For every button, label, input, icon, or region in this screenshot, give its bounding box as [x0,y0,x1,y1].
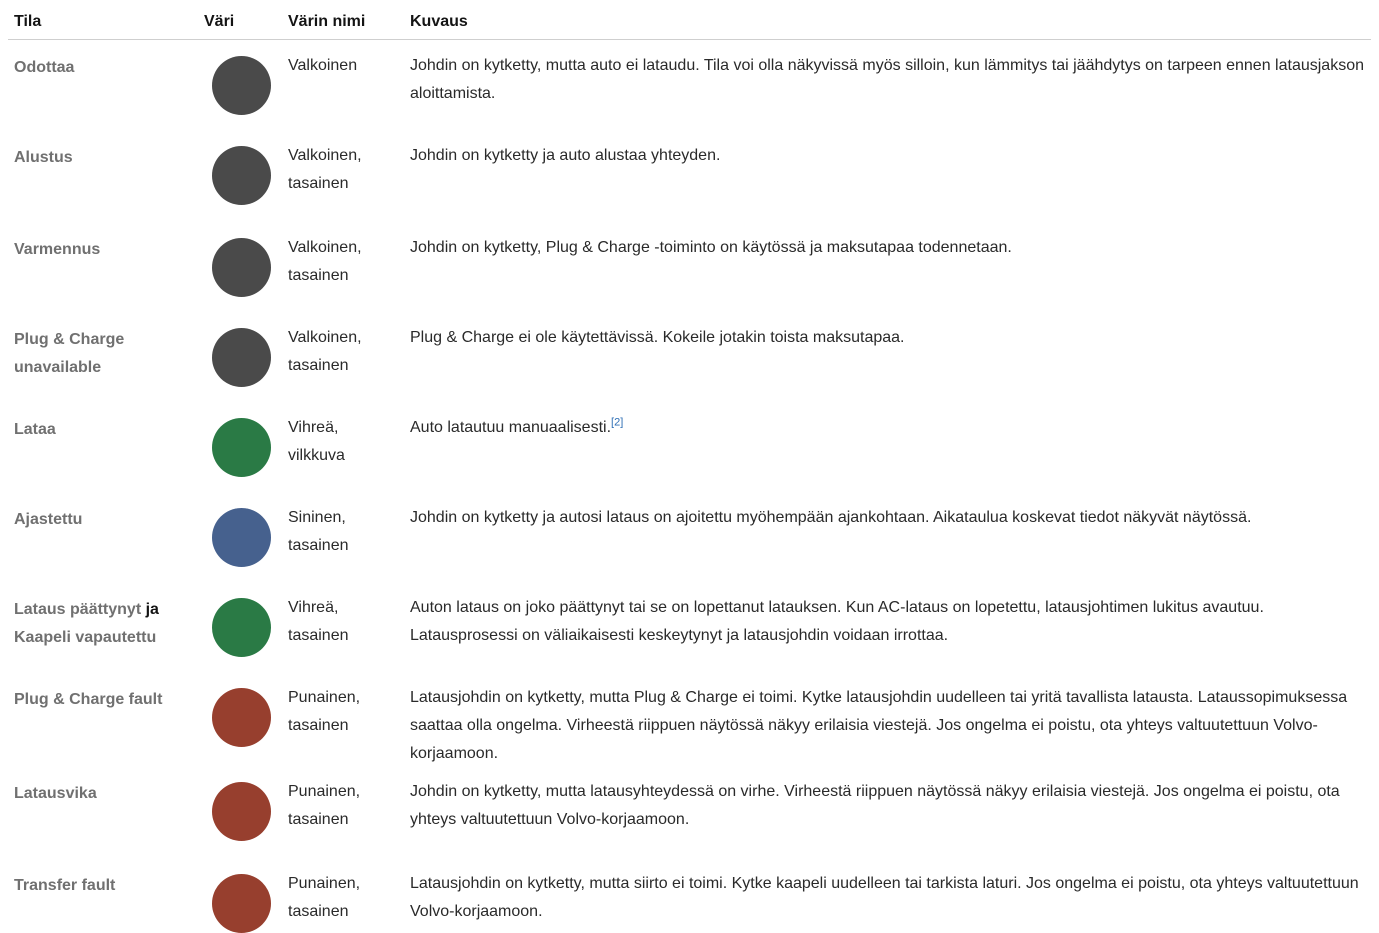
status-color-dot [212,688,271,747]
state-label: Latausvika [14,785,97,802]
color-name: Punainen, tasainen [288,689,361,734]
state-label: Varmennus [14,241,101,258]
status-color-dot [212,56,271,115]
status-color-dot [212,238,271,297]
state-label: Transfer fault [14,877,116,894]
description: Johdin on kytketty, Plug & Charge -toimi… [410,239,1012,256]
state-label: Alustus [14,149,73,166]
description: Johdin on kytketty ja auto alustaa yhtey… [410,147,721,164]
description: Johdin on kytketty, mutta latausyhteydes… [410,783,1340,828]
description: Latausjohdin on kytketty, mutta siirto e… [410,875,1359,920]
description: Auto latautuu manuaalisesti.[2] [410,414,1370,442]
color-name: Valkoinen [288,57,358,74]
table-row: Lataa Vihreä, vilkkuva Auto latautuu man… [0,402,1379,492]
state-label: Plug & Charge unavailable [14,331,125,376]
table-row: Plug & Charge unavailable Valkoinen, tas… [0,312,1379,402]
status-color-dot [212,508,271,567]
table-row: Latausvika Punainen, tasainen Johdin on … [0,766,1379,856]
state-label-part2: Kaapeli vapautettu [14,629,157,646]
table-row: Plug & Charge fault Punainen, tasainen L… [0,672,1379,776]
color-name: Sininen, tasainen [288,509,349,554]
color-name: Punainen, tasainen [288,783,361,828]
description-text: Auto latautuu manuaalisesti. [410,419,612,436]
header-color: Väri [204,13,235,30]
table-row: Transfer fault Punainen, tasainen Lataus… [0,858,1379,933]
status-color-dot [212,598,271,657]
status-color-dot [212,874,271,933]
table-row: Lataus päättynyt ja Kaapeli vapautettu Vi… [0,582,1379,672]
state-label-joiner: ja [145,601,159,618]
table-header: Tila Väri Värin nimi Kuvaus [0,0,1379,40]
color-name: Valkoinen, tasainen [288,239,362,284]
color-name: Punainen, tasainen [288,875,361,920]
status-color-dot [212,328,271,387]
table-row: Ajastettu Sininen, tasainen Johdin on ky… [0,492,1379,582]
state-label: Plug & Charge fault [14,691,163,708]
header-description: Kuvaus [410,13,468,30]
color-name: Valkoinen, tasainen [288,329,362,374]
state-label: Lataa [14,421,56,438]
status-color-dot [212,418,271,477]
header-state: Tila [14,13,42,30]
table-row: Varmennus Valkoinen, tasainen Johdin on … [0,222,1379,312]
description: Plug & Charge ei ole käytettävissä. Koke… [410,329,905,346]
status-color-dot [212,146,271,205]
color-name: Valkoinen, tasainen [288,147,362,192]
description: Auton lataus on joko päättynyt tai se on… [410,599,1264,644]
footnote-reference-link[interactable]: [2] [611,417,623,429]
table-row: Odottaa Valkoinen Johdin on kytketty, mu… [0,40,1379,130]
header-color-name: Värin nimi [288,13,366,30]
color-name: Vihreä, vilkkuva [288,419,345,464]
state-label: Ajastettu [14,511,83,528]
color-name: Vihreä, tasainen [288,599,349,644]
table-row: Alustus Valkoinen, tasainen Johdin on ky… [0,130,1379,222]
state-label-part1: Lataus päättynyt [14,601,142,618]
state-label: Odottaa [14,59,75,76]
state-label: Lataus päättynyt ja Kaapeli vapautettu [14,596,194,652]
description: Johdin on kytketty, mutta auto ei lataud… [410,57,1364,102]
description: Johdin on kytketty ja autosi lataus on a… [410,509,1252,526]
description: Latausjohdin on kytketty, mutta Plug & C… [410,689,1348,762]
status-color-dot [212,782,271,841]
